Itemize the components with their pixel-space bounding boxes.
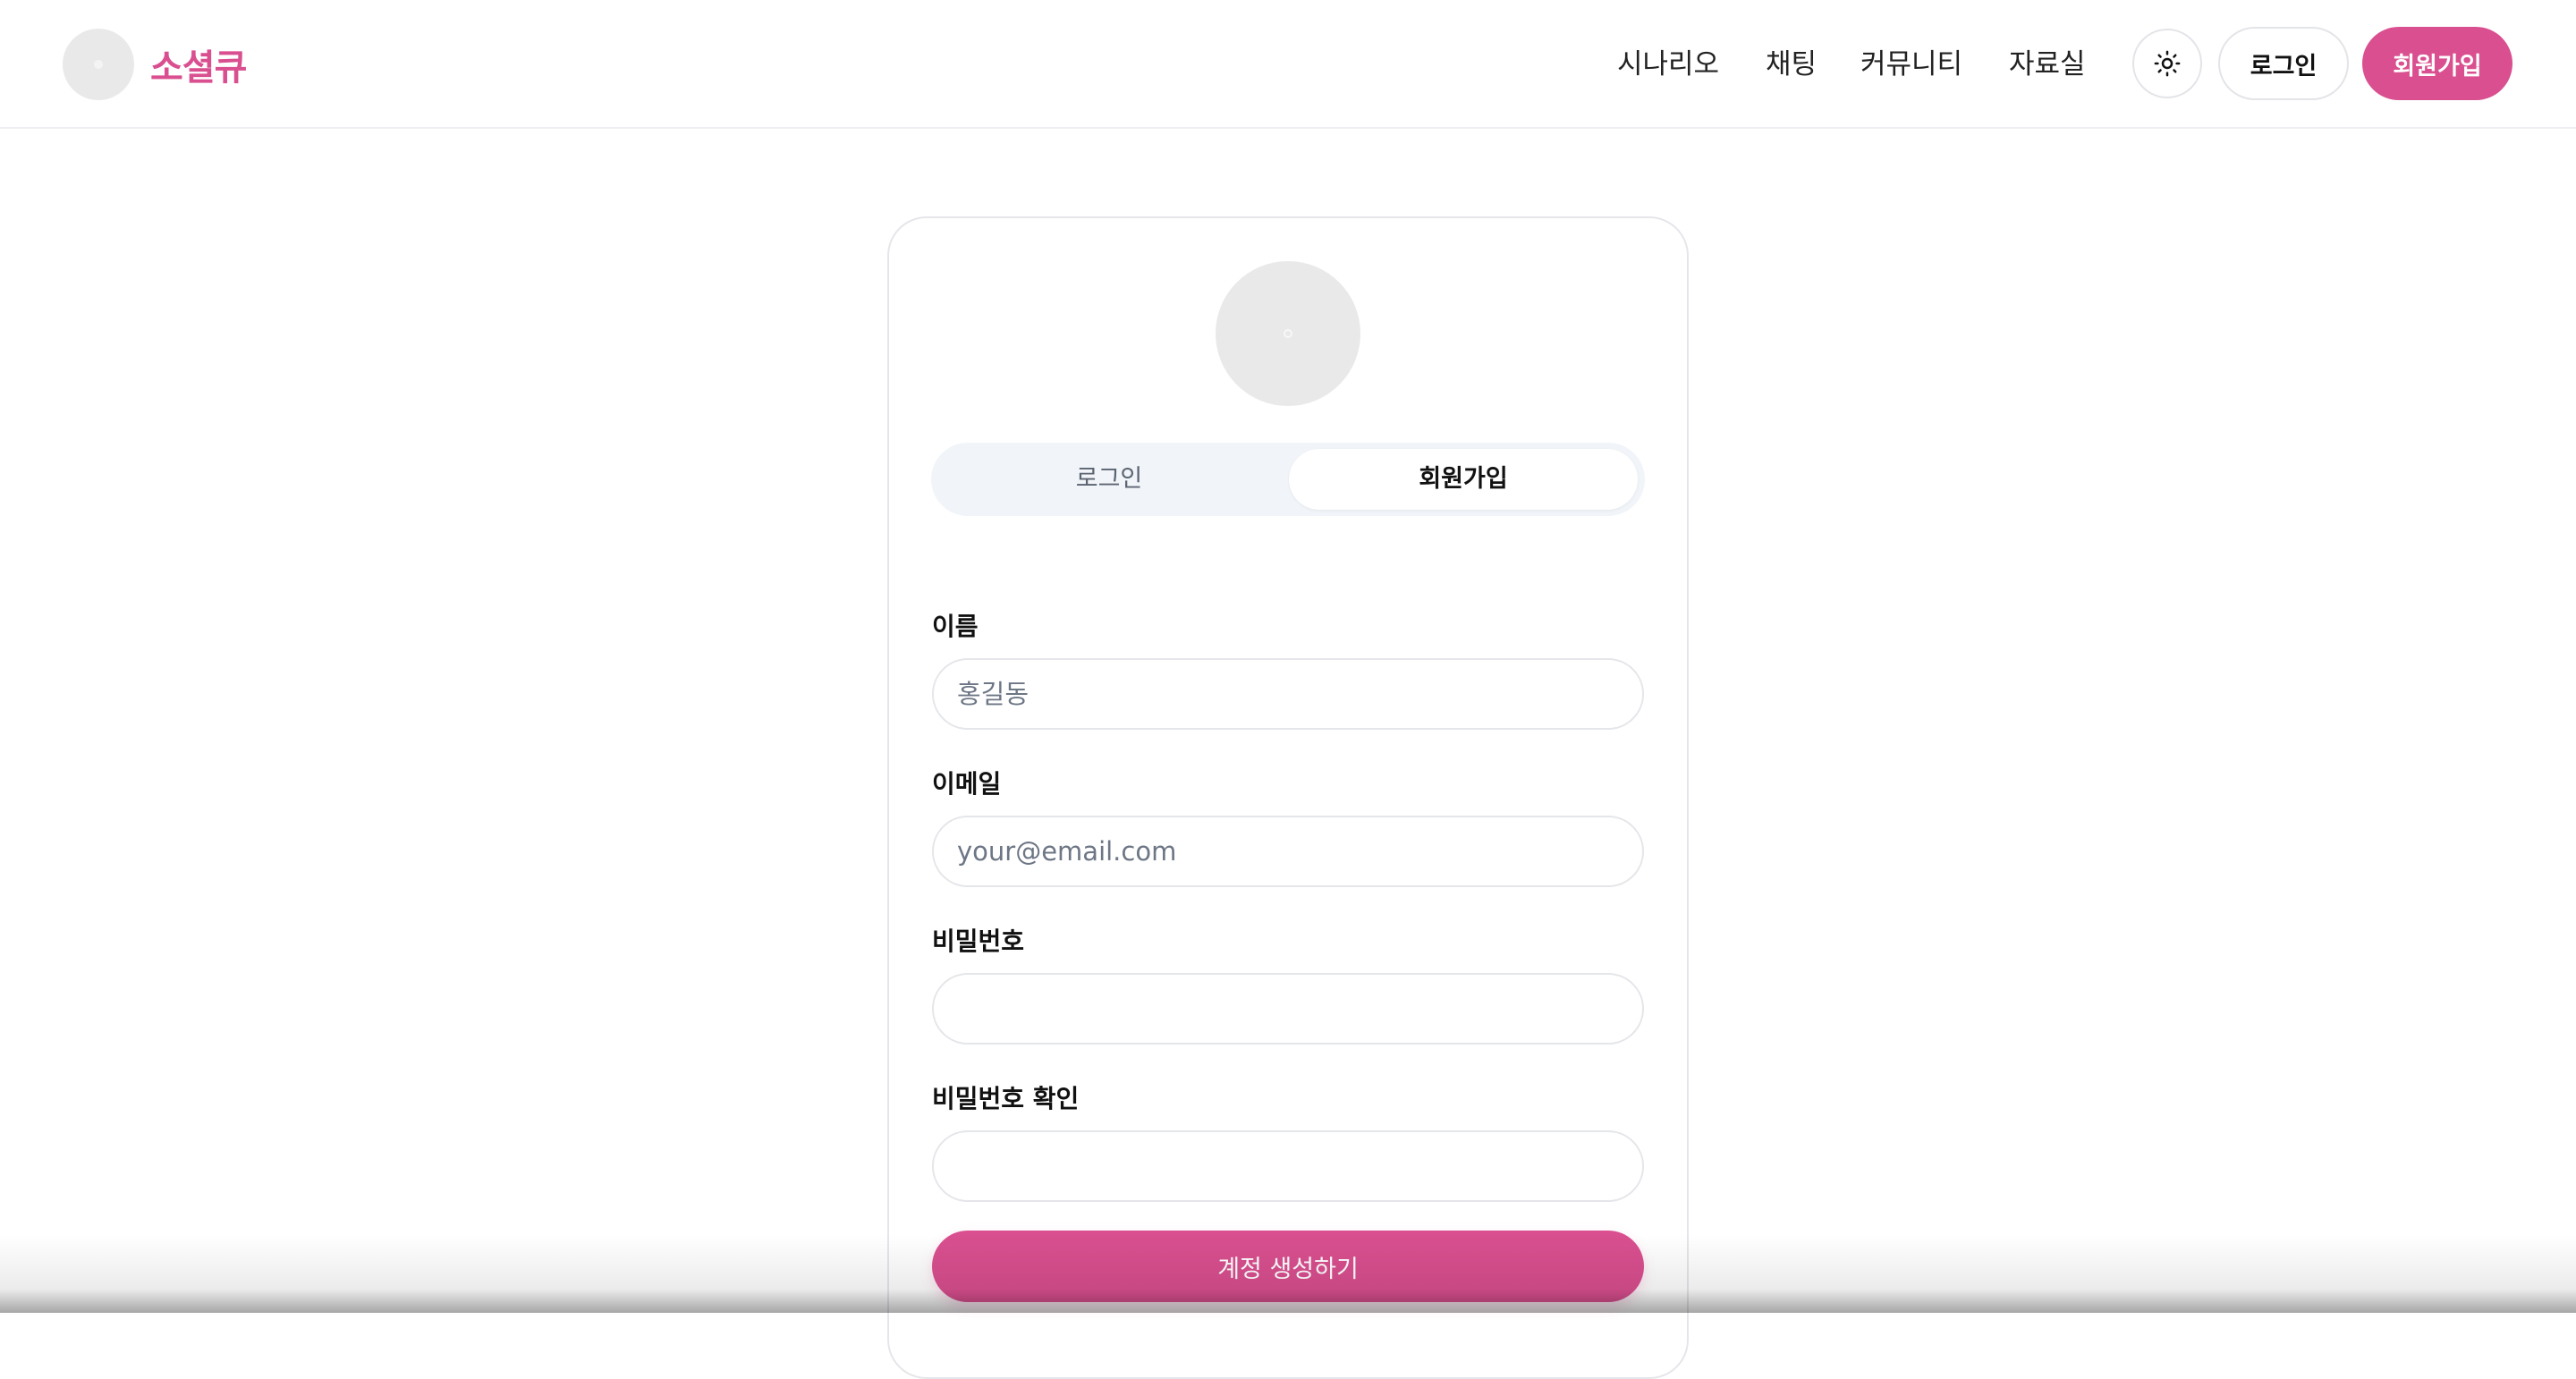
- name-label: 이름: [932, 612, 979, 641]
- create-account-button[interactable]: 계정 생성하기: [932, 1231, 1644, 1302]
- name-field[interactable]: [932, 658, 1644, 730]
- password-confirm-label: 비밀번호 확인: [932, 1084, 1080, 1113]
- email-label: 이메일: [932, 769, 1002, 799]
- logo-dot: [94, 60, 103, 69]
- avatar-placeholder-icon: [1216, 261, 1360, 406]
- brand-name[interactable]: 소셜큐: [150, 38, 247, 90]
- avatar-dot: [1284, 329, 1292, 338]
- tab-signup[interactable]: 회원가입: [1289, 449, 1638, 510]
- nav-item-chat[interactable]: 채팅: [1766, 29, 1817, 100]
- brand[interactable]: 소셜큐: [63, 29, 247, 100]
- tab-login[interactable]: 로그인: [935, 449, 1284, 510]
- password-label: 비밀번호: [932, 926, 1025, 956]
- header-login-button[interactable]: 로그인: [2218, 27, 2349, 100]
- theme-toggle-button[interactable]: [2132, 29, 2202, 98]
- nav-item-library[interactable]: 자료실: [2009, 29, 2086, 100]
- auth-tabs: 로그인 회원가입: [931, 443, 1645, 516]
- password-field[interactable]: [932, 973, 1644, 1045]
- password-confirm-field[interactable]: [932, 1130, 1644, 1202]
- top-header: 소셜큐 시나리오 채팅 커뮤니티 자료실 로그인 회원가입: [0, 0, 2576, 129]
- nav-item-community[interactable]: 커뮤니티: [1860, 29, 1962, 100]
- nav-item-scenario[interactable]: 시나리오: [1617, 29, 1719, 100]
- email-field[interactable]: [932, 816, 1644, 887]
- sun-icon: [2154, 50, 2181, 77]
- header-signup-button[interactable]: 회원가입: [2362, 27, 2512, 100]
- logo-placeholder-icon: [63, 29, 134, 100]
